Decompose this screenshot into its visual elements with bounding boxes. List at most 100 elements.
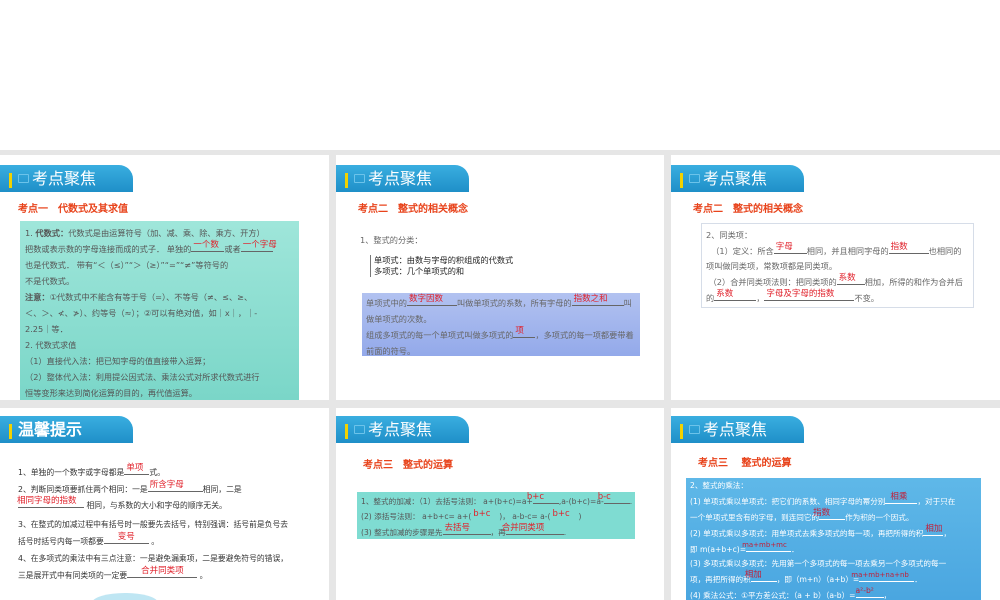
slide-header-title: 考点聚焦 [32, 169, 97, 188]
text-segment: （2）整体代入法：利用提公因式法、乘法公式对所求代数式进行 [25, 372, 260, 382]
fill-in-blank: 指数 [888, 241, 929, 254]
answer-text: 所含字母 [149, 479, 184, 490]
content-box: 2、同类项： （1）定义：所含 字母 相同，并且相同字母的 指数 也相同的 项叫做同类项… [701, 223, 974, 308]
text-segment: （1）直接代入法：把已知字母的值直接带入运算； [25, 356, 211, 366]
text-segment: 1. [25, 228, 36, 238]
section-subtitle: 考点三 整式的运算 [363, 460, 453, 471]
text-segment: ，即（m+n）（a+b）= [776, 575, 860, 584]
text-segment: 。 [151, 537, 160, 546]
text-segment: ①代数式中不能含有等于号（=）、不等号（≠、≤、≥、 [49, 292, 253, 302]
slide-header-title: 考点聚焦 [368, 169, 433, 188]
text-segment: 3、在整式的加减过程中有括号时一般要先去括号，特别强调：括号前是负号去 [18, 520, 289, 529]
text-segment: (1) 单项式乘以单项式：把它们的系数、相同字母的幂分别 [690, 497, 886, 506]
answer-text: 相加 [925, 523, 943, 534]
answer-text: 一个数 [193, 239, 219, 250]
answer-text: 字母及字母的指数 [766, 288, 835, 299]
answer-text: 相乘 [890, 491, 908, 502]
text-segment: ) [578, 512, 582, 521]
text-segment: 相同，与系数的大小和字母的顺序无关。 [86, 501, 227, 510]
slide-header-tab: 考点聚焦 [336, 416, 469, 443]
text-segment: （1）定义：所含 [711, 246, 774, 256]
fill-in-blank: b+c [527, 492, 559, 504]
text-segment: (3) 整式加减的步骤是先 [361, 528, 443, 537]
fill-in-blank: a²-b² [855, 586, 884, 598]
fill-in-blank: 一个字母 [240, 240, 277, 252]
answer-text: 指数 [890, 241, 908, 252]
text-segment: 作为积的一个因式。 [845, 513, 914, 522]
text-segment: 单项式：由数与字母的积组成的代数式 [374, 255, 514, 265]
slide-thumbnail-4[interactable]: 温馨提示 1、单独的一个数字或字母都是 单项 式。 2、判断同类项要抓住两个相同：一… [0, 408, 329, 600]
book-icon [689, 174, 700, 183]
fill-in-blank: 相加 [745, 570, 777, 582]
fill-in-blank: 所含字母 [147, 479, 203, 492]
fill-in-blank: 指数之和 [571, 293, 624, 306]
slide-thumbnail-5[interactable]: 考点聚焦 考点三 整式的运算 1、整式的加减：（1）去括号法则： a+(b+c)… [336, 408, 664, 600]
answer-text: 指数之和 [573, 293, 608, 304]
slide-thumbnail-3[interactable]: 考点聚焦 考点二 整式的相关概念 2、同类项： （1）定义：所含 字母 相同，并且相… [671, 155, 1000, 400]
accent-bar [345, 424, 348, 439]
fill-in-blank: 字母及字母的指数 [764, 288, 855, 301]
text-segment: 项，再把所得的积 [690, 575, 751, 584]
answer-text: b+c [473, 508, 491, 519]
text-segment: (2) 单项式乘以多项式：用单项式去乘多项式的每一项，再把所得的积 [690, 529, 924, 538]
text-segment: 不变。 [854, 293, 879, 303]
text-segment: 2、整式的乘法： [690, 481, 748, 490]
fill-in-blank: 去括号 [442, 522, 491, 535]
answer-text: 相加 [744, 569, 762, 580]
answer-text: 字母 [775, 241, 793, 252]
fill-in-blank: 指数 [813, 508, 846, 520]
section-subtitle: 考点三 整式的运算 [698, 458, 792, 469]
slide-header-tab: 考点聚焦 [336, 165, 469, 192]
slide-header-title: 考点聚焦 [703, 420, 768, 439]
accent-bar [345, 173, 348, 188]
accent-bar [680, 173, 683, 188]
text-segment: （2）合并同类项法则：把同类项的 [708, 277, 837, 287]
answer-text: 系数 [716, 288, 734, 299]
slide-header-title: 考点聚焦 [368, 420, 433, 439]
fill-in-blank: 合并同类项 [127, 566, 198, 578]
fill-in-blank: 一个数 [191, 239, 225, 252]
text-segment: ， [756, 293, 765, 303]
text-segment: 2. 代数式求值 [25, 340, 77, 350]
text-segment: (4) 乘法公式：①平方差公式：（a + b）（a-b）= [690, 591, 856, 600]
text-segment: . [563, 528, 567, 537]
slide-thumbnail-6[interactable]: 考点聚焦 考点三 整式的运算 2、整式的乘法： (1) 单项式乘以单项式：把它们… [671, 408, 1000, 600]
text-segment: 三是展开式中有同类项的一定要 [18, 571, 128, 580]
text-segment: 叫 [623, 298, 632, 308]
answer-text: 相同字母的指数 [17, 495, 77, 506]
book-icon [354, 174, 365, 183]
slide-header-tab: 考点聚焦 [0, 165, 133, 192]
slide-thumbnail-2[interactable]: 考点聚焦 考点二 整式的相关概念 1、整式的分类： 单项式：由数与字母的积组成的… [336, 155, 664, 400]
text-segment: 相同，二是 [202, 485, 242, 494]
text-segment: 项叫做同类项，常数项都是同类项。 [706, 261, 838, 271]
text-segment: ， [943, 529, 951, 538]
text-segment: 恒等变形来达到简化运算的目的，再代值运算。 [25, 388, 197, 398]
fill-in-blank: ma+mb+mc [742, 541, 792, 552]
text-segment: 4、在多项式的乘法中有三点注意：一是避免漏乘项，二是要避免符号的错误， [18, 554, 289, 563]
fill-in-blank: 相加 [923, 523, 944, 536]
text-segment: ， [883, 591, 892, 600]
text-segment: 不是代数式。 [25, 276, 75, 286]
text-segment: ． [914, 575, 922, 584]
book-icon [18, 174, 29, 183]
text-segment: 前面的符号。 [366, 346, 416, 356]
answer-text: 指数 [813, 507, 831, 518]
text-segment: 。 [199, 571, 208, 580]
text-segment: 相同，并且相同字母的 [806, 246, 889, 256]
text-segment: 代数式： [35, 228, 69, 238]
slide-thumbnail-1[interactable]: 考点聚焦 考点一 代数式及其求值 1. 代数式：代数式是由运算符号（加、减、乘、… [0, 155, 329, 400]
text-line: 1、整式的分类： [360, 235, 423, 245]
text-segment: 也是代数式． 带有“＜（≤）”“＞（≥）”“=”“≠”等符号的 [25, 260, 229, 270]
book-icon [354, 425, 365, 434]
content-box: 2、整式的乘法： (1) 单项式乘以单项式：把它们的系数、相同字母的幂分别 相乘 ，… [686, 478, 981, 600]
answer-text: a²-b² [855, 586, 874, 596]
fill-in-blank: 项 [513, 326, 536, 338]
fill-in-blank: 单项 [124, 463, 150, 475]
fill-in-blank: 合并同类项 [502, 523, 564, 535]
answer-text: 去括号 [444, 522, 471, 533]
fill-in-blank: 相同字母的指数 [17, 495, 84, 508]
slide-header-tab: 温馨提示 [0, 416, 133, 443]
text-segment: ，对于只在 [917, 497, 956, 506]
text-segment: 式。 [149, 468, 165, 477]
content-box: 1、整式的加减：（1）去括号法则： a+(b+c)=a+ b+c ,a-(b+c)=… [357, 492, 635, 539]
